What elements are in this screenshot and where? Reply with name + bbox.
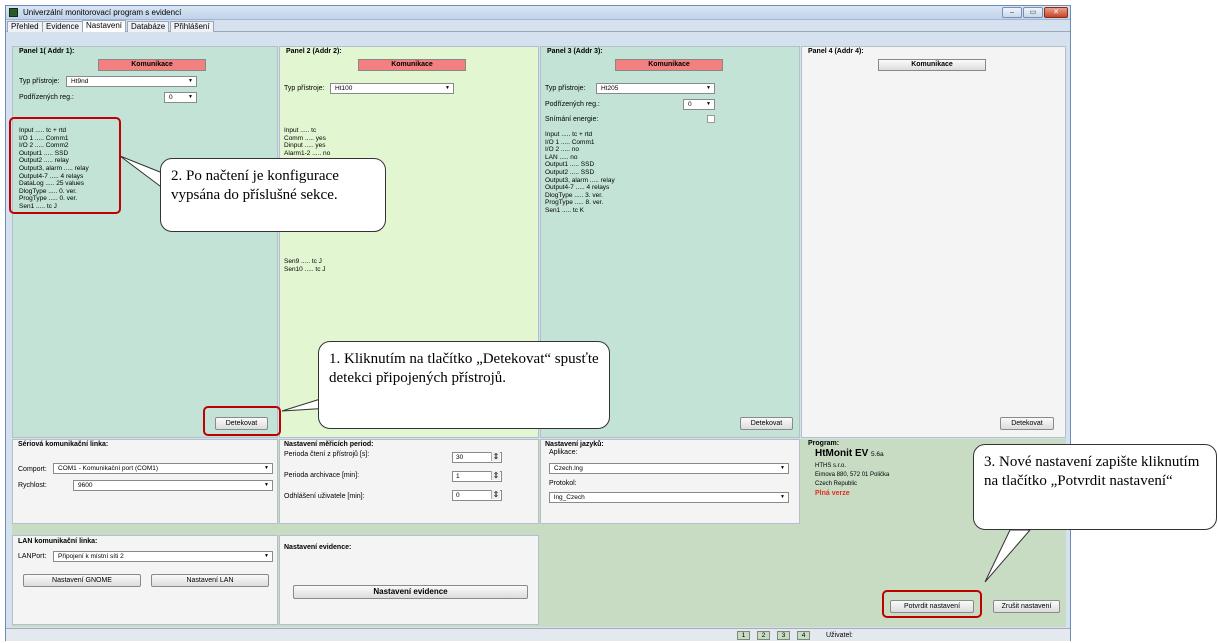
callout-2: 2. Po načtení je konfigurace vypsána do … — [160, 158, 386, 232]
highlight-detect-button — [203, 406, 281, 436]
highlight-confirm-button — [882, 590, 982, 618]
callout-3: 3. Nové nastavení zapište kliknutím na t… — [973, 444, 1217, 530]
callout-pointers — [119, 155, 1032, 583]
callout-3-pointer — [984, 529, 1032, 583]
highlight-panel-1-config — [9, 117, 121, 214]
callout-1: 1. Kliknutím na tlačítko „Detekovat“ spu… — [318, 341, 610, 429]
